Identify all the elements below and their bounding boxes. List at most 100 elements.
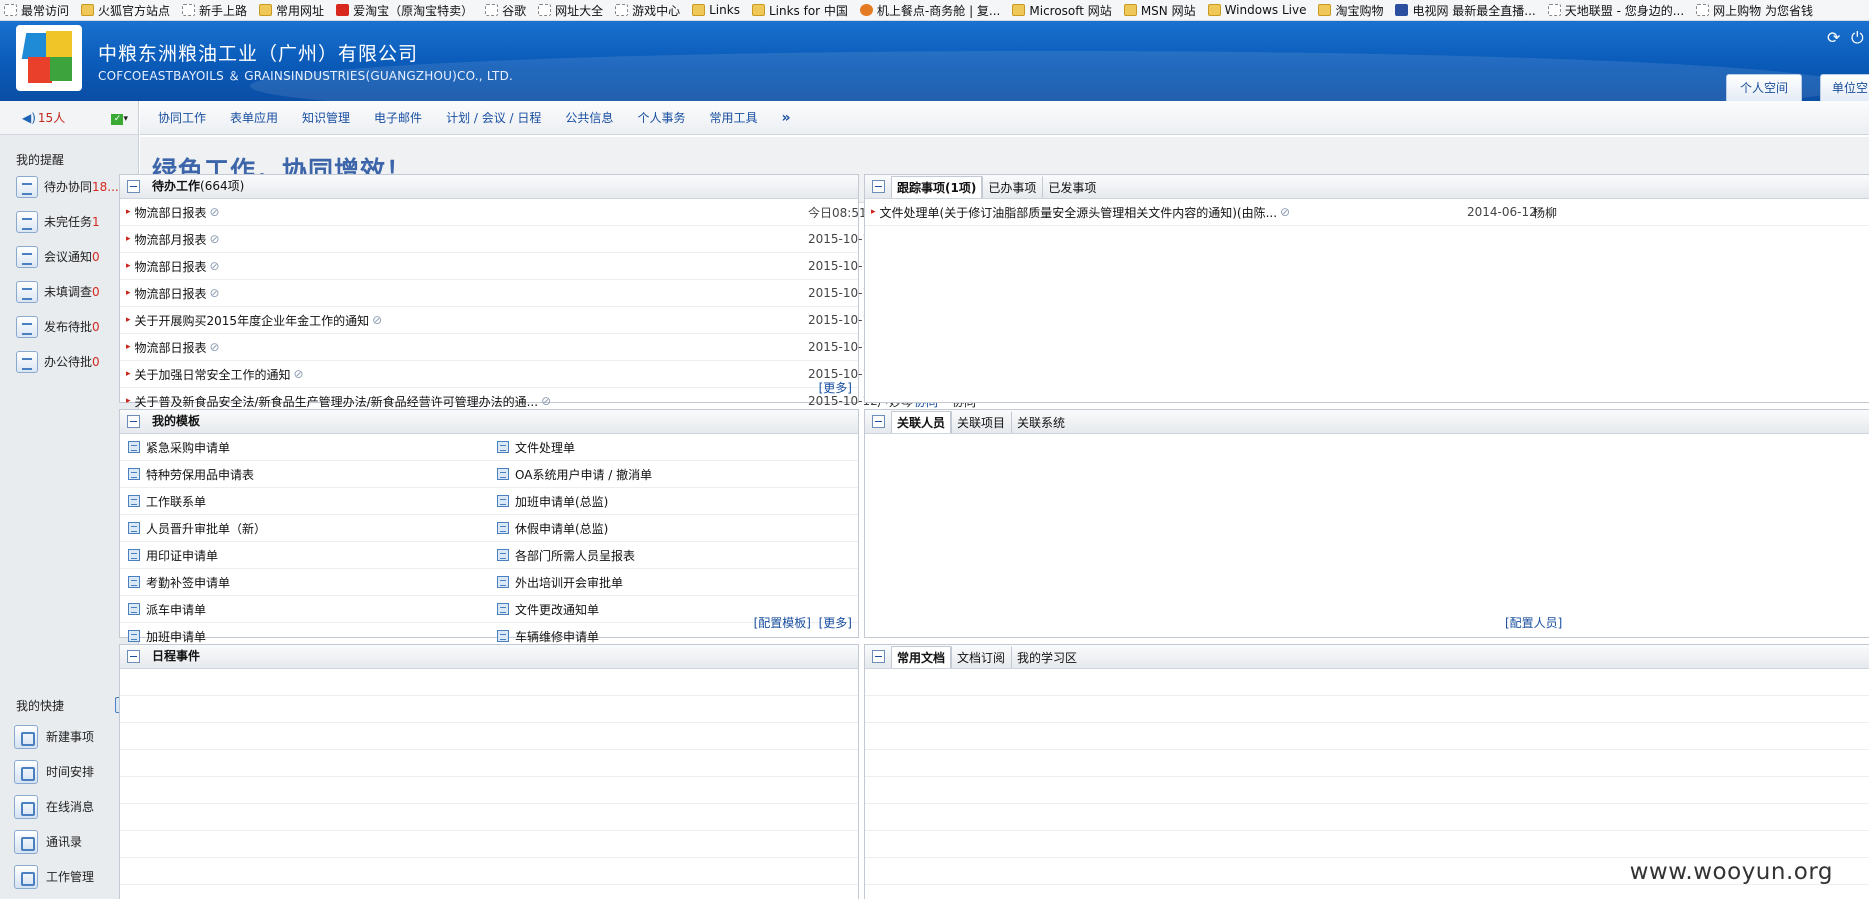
template-label[interactable]: 文件处理单 [515,439,575,456]
bookmark-item[interactable]: 谷歌 [485,2,526,19]
bookmark-item[interactable]: Microsoft 网站 [1012,2,1112,19]
related-tab[interactable]: 关联项目 [951,411,1011,433]
nav-item[interactable]: 表单应用 [230,109,278,126]
template-item[interactable]: 派车申请单 [120,596,489,623]
bookmark-item[interactable]: Links for 中国 [751,2,848,19]
template-item[interactable]: 特种劳保用品申请表 [120,461,489,488]
bookmark-item[interactable]: 游戏中心 [615,2,680,19]
table-row[interactable]: ▸物流部日报表⊘今日08:51赖瑞玲协同协同 [120,199,976,226]
nav-item[interactable]: 知识管理 [302,109,350,126]
table-row[interactable]: ▸物流部月报表⊘2015-10-15赖瑞玲协同协同 [120,226,976,253]
bookmark-item[interactable]: 淘宝购物 [1318,2,1383,19]
template-label[interactable]: 各部门所需人员呈报表 [515,547,635,564]
collapse-toggle[interactable] [872,180,885,193]
template-item[interactable]: 文件处理单 [489,434,858,461]
online-count[interactable]: 15人 [38,111,65,125]
table-row[interactable]: ▸关于加强日常安全工作的通知⊘2015-10-12肖辟璇协同协同 [120,361,976,388]
table-row[interactable]: ▸物流部日报表⊘2015-10-13赖瑞玲协同协同 [120,334,976,361]
template-label[interactable]: 派车申请单 [146,601,206,618]
bookmark-item[interactable]: Windows Live [1207,3,1306,17]
status-dropdown[interactable]: ✓ ▾ [111,110,128,125]
bookmark-item[interactable]: Links [692,3,740,17]
template-label[interactable]: 特种劳保用品申请表 [146,466,254,483]
nav-more-icon[interactable]: » [781,110,790,126]
nav-item[interactable]: 计划 / 会议 / 日程 [446,109,541,126]
collapse-toggle[interactable] [127,180,140,193]
todo-more-link[interactable]: [更多] [819,379,852,396]
template-label[interactable]: 紧急采购申请单 [146,439,230,456]
reminder-item[interactable]: 发布待批 0 [0,309,138,344]
template-item[interactable]: 用印证申请单 [120,542,489,569]
nav-item[interactable]: 公共信息 [565,109,613,126]
bookmark-item[interactable]: 天地联盟 - 您身边的... [1547,2,1684,19]
template-item[interactable]: 各部门所需人员呈报表 [489,542,858,569]
table-row[interactable]: ▸物流部日报表⊘2015-10-14赖瑞玲协同协同 [120,280,976,307]
reminder-item[interactable]: 会议通知 0 [0,239,138,274]
todo-title-link[interactable]: 物流部日报表 [135,258,207,275]
todo-title-link[interactable]: 关于开展购买2015年度企业年金工作的通知 [135,312,370,329]
bookmark-item[interactable]: 火狐官方站点 [81,2,170,19]
template-label[interactable]: 人员晋升审批单（新） [146,520,266,537]
reminder-item[interactable]: 办公待批 0 [0,344,138,379]
template-label[interactable]: 休假申请单(总监) [515,520,608,537]
template-label[interactable]: 用印证申请单 [146,547,218,564]
tracking-title-link[interactable]: 文件处理单(关于修订油脂部质量安全源头管理相关文件内容的通知)(由陈... [880,204,1278,221]
template-item[interactable]: 紧急采购申请单 [120,434,489,461]
collapse-toggle[interactable] [127,415,140,428]
table-row[interactable]: ▸关于开展购买2015年度企业年金工作的通知⊘2015-10-13陈焕英协同协同 [120,307,976,334]
template-label[interactable]: 文件更改通知单 [515,601,599,618]
table-row[interactable]: ▸物流部日报表⊘2015-10-15赖瑞玲协同协同 [120,253,976,280]
template-label[interactable]: 考勤补签申请单 [146,574,230,591]
online-users-bar[interactable]: ◀) 15人 ✓ ▾ [0,101,138,135]
related-tab[interactable]: 关联系统 [1011,411,1071,433]
todo-title-link[interactable]: 物流部月报表 [135,231,207,248]
bookmark-item[interactable]: 常用网址 [259,2,324,19]
bookmark-item[interactable]: 网址大全 [538,2,603,19]
nav-item[interactable]: 个人事务 [637,109,685,126]
template-item[interactable]: 外出培训开会审批单 [489,569,858,596]
related-tab[interactable]: 关联人员 [891,411,952,433]
reminder-item[interactable]: 未完任务 1 [0,204,138,239]
docs-tab[interactable]: 我的学习区 [1011,646,1083,668]
bookmark-item[interactable]: 新手上路 [182,2,247,19]
template-label[interactable]: 工作联系单 [146,493,206,510]
bookmark-item[interactable]: 机上餐点-商务舱 | 复... [859,2,1000,19]
todo-title-link[interactable]: 关于普及新食品安全法/新食品生产管理办法/新食品经营许可管理办法的通... [135,393,539,410]
bookmark-item[interactable]: 爱淘宝（原淘宝特卖） [336,2,473,19]
nav-item[interactable]: 电子邮件 [374,109,422,126]
template-item[interactable]: 人员晋升审批单（新） [120,515,489,542]
configure-people-link[interactable]: [配置人员] [1505,614,1562,631]
template-label[interactable]: 加班申请单(总监) [515,493,608,510]
template-item[interactable]: 工作联系单 [120,488,489,515]
template-label[interactable]: 外出培训开会审批单 [515,574,623,591]
collapse-toggle[interactable] [872,415,885,428]
tracking-tab[interactable]: 已发事项 [1042,176,1102,198]
docs-tab[interactable]: 文档订阅 [951,646,1011,668]
collapse-toggle[interactable] [872,650,885,663]
tab-unit-space[interactable]: 单位空 [1820,74,1869,101]
reminder-item[interactable]: 未填调查 0 [0,274,138,309]
table-row[interactable]: ▸ 文件处理单(关于修订油脂部质量安全源头管理相关文件内容的通知)(由陈... ⊘ 2… [865,199,1869,226]
bookmark-item[interactable]: 最常访问 [4,2,69,19]
template-item[interactable]: 加班申请单(总监) [489,488,858,515]
todo-title-link[interactable]: 物流部日报表 [135,204,207,221]
nav-item[interactable]: 协同工作 [158,109,206,126]
tracking-tab[interactable]: 已办事项 [982,176,1042,198]
docs-tab[interactable]: 常用文档 [891,646,952,668]
template-label[interactable]: 车辆维修申请单 [515,628,599,645]
template-label[interactable]: OA系统用户申请 / 撤消单 [515,466,652,483]
configure-templates-link[interactable]: [配置模板] [754,616,811,630]
power-icon[interactable]: ⏻ [1851,29,1869,47]
todo-title-link[interactable]: 物流部日报表 [135,339,207,356]
nav-item[interactable]: 常用工具 [709,109,757,126]
templates-more-link[interactable]: [更多] [819,616,852,630]
refresh-icon[interactable]: ⟳ [1827,29,1845,47]
todo-title-link[interactable]: 物流部日报表 [135,285,207,302]
bookmark-item[interactable]: 电视网 最新最全直播... [1395,2,1536,19]
template-item[interactable]: 考勤补签申请单 [120,569,489,596]
collapse-toggle[interactable] [127,650,140,663]
template-item[interactable]: 休假申请单(总监) [489,515,858,542]
bookmark-item[interactable]: 网上购物 为您省钱 [1696,2,1813,19]
tracking-tab[interactable]: 跟踪事项(1项) [891,176,983,198]
tab-personal-space[interactable]: 个人空间 [1726,74,1802,101]
